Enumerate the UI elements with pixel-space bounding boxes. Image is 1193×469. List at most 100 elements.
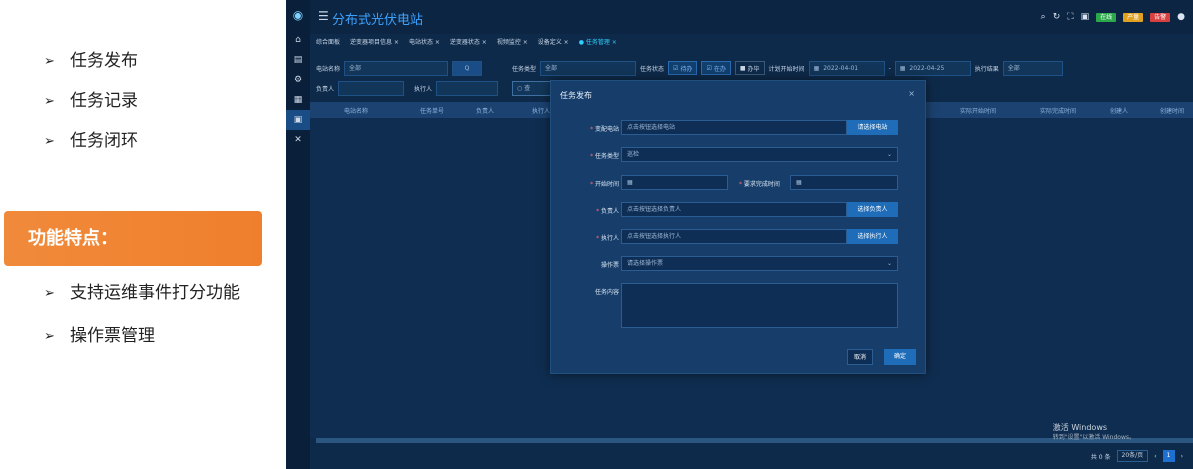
task-type-select[interactable]: 巡检 ⌄	[621, 147, 898, 162]
list-item-label: 任务闭环	[70, 131, 138, 151]
column-header: 实际完成时间	[1040, 107, 1077, 115]
list-item-label: 操作票管理	[70, 326, 155, 346]
top-bar: ☰ 分布式光伏电站 ⌕ ↻ ⛶ ▣ 在线 产量 告警 ●	[310, 0, 1193, 34]
feature-list-top: ➢ 任务发布 ➢ 任务记录 ➢ 任务闭环	[44, 50, 264, 170]
filter-label: 执行人	[414, 85, 433, 93]
fullscreen-icon[interactable]: ⛶	[1067, 12, 1073, 22]
app-logo-icon: ◉	[292, 8, 304, 22]
tab-task-management[interactable]: ● 任务管理 ×	[579, 36, 617, 50]
list-item-label: 任务发布	[70, 51, 138, 71]
menu-icon[interactable]: ☰	[318, 9, 329, 23]
cancel-button[interactable]: 取消	[847, 349, 873, 365]
task-publish-dialog: 任务发布 × * 变配电站 点击按钮选择电站 请选择电站 * 任务类型 巡检 ⌄ …	[550, 80, 926, 374]
tab-station-status[interactable]: 电站状态 ×	[409, 36, 440, 50]
page-number[interactable]: 1	[1162, 450, 1175, 462]
date-to-input[interactable]: ▦ 2022-04-25	[894, 60, 971, 76]
list-item: ➢ 任务闭环	[44, 130, 264, 170]
monitor-icon[interactable]: ▤	[286, 50, 310, 70]
tab-dashboard[interactable]: 综合面板	[316, 36, 340, 50]
report-icon[interactable]: ▦	[286, 90, 310, 110]
arrow-bullet-icon: ➢	[44, 134, 55, 149]
feature-title: 功能特点：	[4, 211, 262, 266]
select-executor-button[interactable]: 选择执行人	[847, 229, 898, 244]
filter-label: 执行结果	[974, 65, 999, 73]
checkbox-icon: ■	[739, 64, 746, 72]
tab-video[interactable]: 视频监控 ×	[497, 36, 528, 50]
list-item: ➢ 支持运维事件打分功能	[44, 282, 254, 305]
exec-result-select[interactable]: 全部	[1002, 60, 1063, 76]
list-item: ➢ 任务记录	[44, 90, 264, 130]
field-label: * 负责人	[596, 208, 619, 215]
arrow-bullet-icon: ➢	[44, 54, 55, 69]
refresh-icon[interactable]: ↻	[1053, 12, 1061, 22]
query-button[interactable]: ○ 查	[512, 80, 553, 96]
status-badge[interactable]: 在线	[1096, 12, 1117, 22]
ticket-placeholder: 请选择操作票	[627, 260, 664, 267]
filter-label: 任务类型	[512, 65, 537, 73]
page-size-select[interactable]: 20条/页	[1116, 450, 1149, 462]
filter-label: 电站名称	[316, 65, 341, 73]
status-checkbox-todo[interactable]: ☑ 待办	[668, 61, 698, 75]
sidebar: ◉ ⌂ ▤ ⚙ ▦ ▣ ✕	[286, 0, 310, 469]
tab-inverter-info[interactable]: 逆变器项目信息 ×	[350, 36, 399, 50]
user-icon[interactable]: ●	[1177, 12, 1185, 22]
status-checkbox-done[interactable]: ■ 办毕	[734, 61, 765, 75]
pagination: 共 0 条 20条/页 ‹ 1 ›	[1091, 450, 1183, 462]
calendar-icon: ▦	[899, 64, 906, 72]
filter-label: 计划开始时间	[768, 65, 805, 73]
close-icon[interactable]: ×	[908, 89, 915, 98]
task-type-value: 巡检	[627, 151, 640, 158]
task-type-select[interactable]: 全部	[540, 60, 637, 76]
screen-icon[interactable]: ▣	[1081, 12, 1090, 22]
field-label: 任务内容	[594, 289, 619, 296]
query-button-label: 查	[524, 84, 531, 92]
owner-input[interactable]: 点击按钮选择负责人	[621, 202, 847, 217]
home-icon[interactable]: ⌂	[286, 30, 310, 50]
substation-input[interactable]: 点击按钮选择电站	[621, 120, 847, 135]
task-content-textarea[interactable]	[621, 283, 898, 328]
status-checkbox-doing[interactable]: ☑ 在办	[701, 61, 731, 75]
owner-input[interactable]	[338, 80, 405, 96]
column-header: 任务单号	[420, 107, 445, 115]
top-right-tools: ⌕ ↻ ⛶ ▣ 在线 产量 告警 ●	[1041, 12, 1185, 22]
date-from-input[interactable]: ▦ 2022-04-01	[808, 60, 885, 76]
watermark-line: 转到"设置"以激活 Windows。	[1052, 434, 1135, 441]
date-separator: -	[888, 64, 891, 72]
column-header: 电站名称	[344, 107, 369, 115]
field-label: * 变配电站	[590, 126, 619, 133]
task-icon[interactable]: ▣	[286, 110, 310, 130]
list-item-label: 任务记录	[70, 91, 138, 111]
tab-device-def[interactable]: 设备定义 ×	[538, 36, 569, 50]
field-label: * 执行人	[596, 235, 619, 242]
chevron-down-icon: ⌄	[886, 151, 892, 158]
prev-page-icon[interactable]: ‹	[1154, 453, 1156, 460]
station-select[interactable]: 全部	[344, 60, 449, 76]
windows-activation-watermark: 激活 Windows 转到"设置"以激活 Windows。	[1053, 423, 1135, 443]
confirm-button[interactable]: 确定	[884, 349, 916, 365]
calendar-icon: ▦	[796, 179, 802, 186]
tab-inverter-status[interactable]: 逆变器状态 ×	[450, 36, 487, 50]
search-icon[interactable]: Q	[452, 60, 483, 76]
checkbox-icon: ☑	[673, 64, 679, 72]
list-item: ➢ 操作票管理	[44, 325, 254, 348]
field-label: * 任务类型	[590, 153, 619, 160]
calendar-icon: ▦	[627, 179, 633, 186]
select-owner-button[interactable]: 选择负责人	[847, 202, 898, 217]
feature-list-bottom: ➢ 支持运维事件打分功能 ➢ 操作票管理	[44, 282, 254, 368]
start-time-input[interactable]: ▦	[621, 175, 728, 190]
device-icon[interactable]: ⚙	[286, 70, 310, 90]
tools-icon[interactable]: ✕	[286, 130, 310, 150]
executor-input[interactable]: 点击按钮选择执行人	[621, 229, 847, 244]
select-substation-button[interactable]: 请选择电站	[847, 120, 898, 135]
next-page-icon[interactable]: ›	[1181, 453, 1183, 460]
operation-ticket-select[interactable]: 请选择操作票 ⌄	[621, 256, 898, 271]
filter-row: 电站名称 全部 Q 任务类型 全部 任务状态 ☑ 待办 ☑ 在办 ■ 办毕 计划开始时…	[316, 60, 1063, 76]
status-badge[interactable]: 产量	[1123, 12, 1144, 22]
due-time-input[interactable]: ▦	[790, 175, 898, 190]
status-badge[interactable]: 告警	[1150, 12, 1171, 22]
executor-input[interactable]	[436, 80, 499, 96]
search-icon[interactable]: ⌕	[1041, 12, 1046, 22]
date-to-value: 2022-04-25	[909, 64, 945, 72]
checkbox-label: 在办	[713, 65, 726, 73]
list-item: ➢ 任务发布	[44, 50, 264, 90]
